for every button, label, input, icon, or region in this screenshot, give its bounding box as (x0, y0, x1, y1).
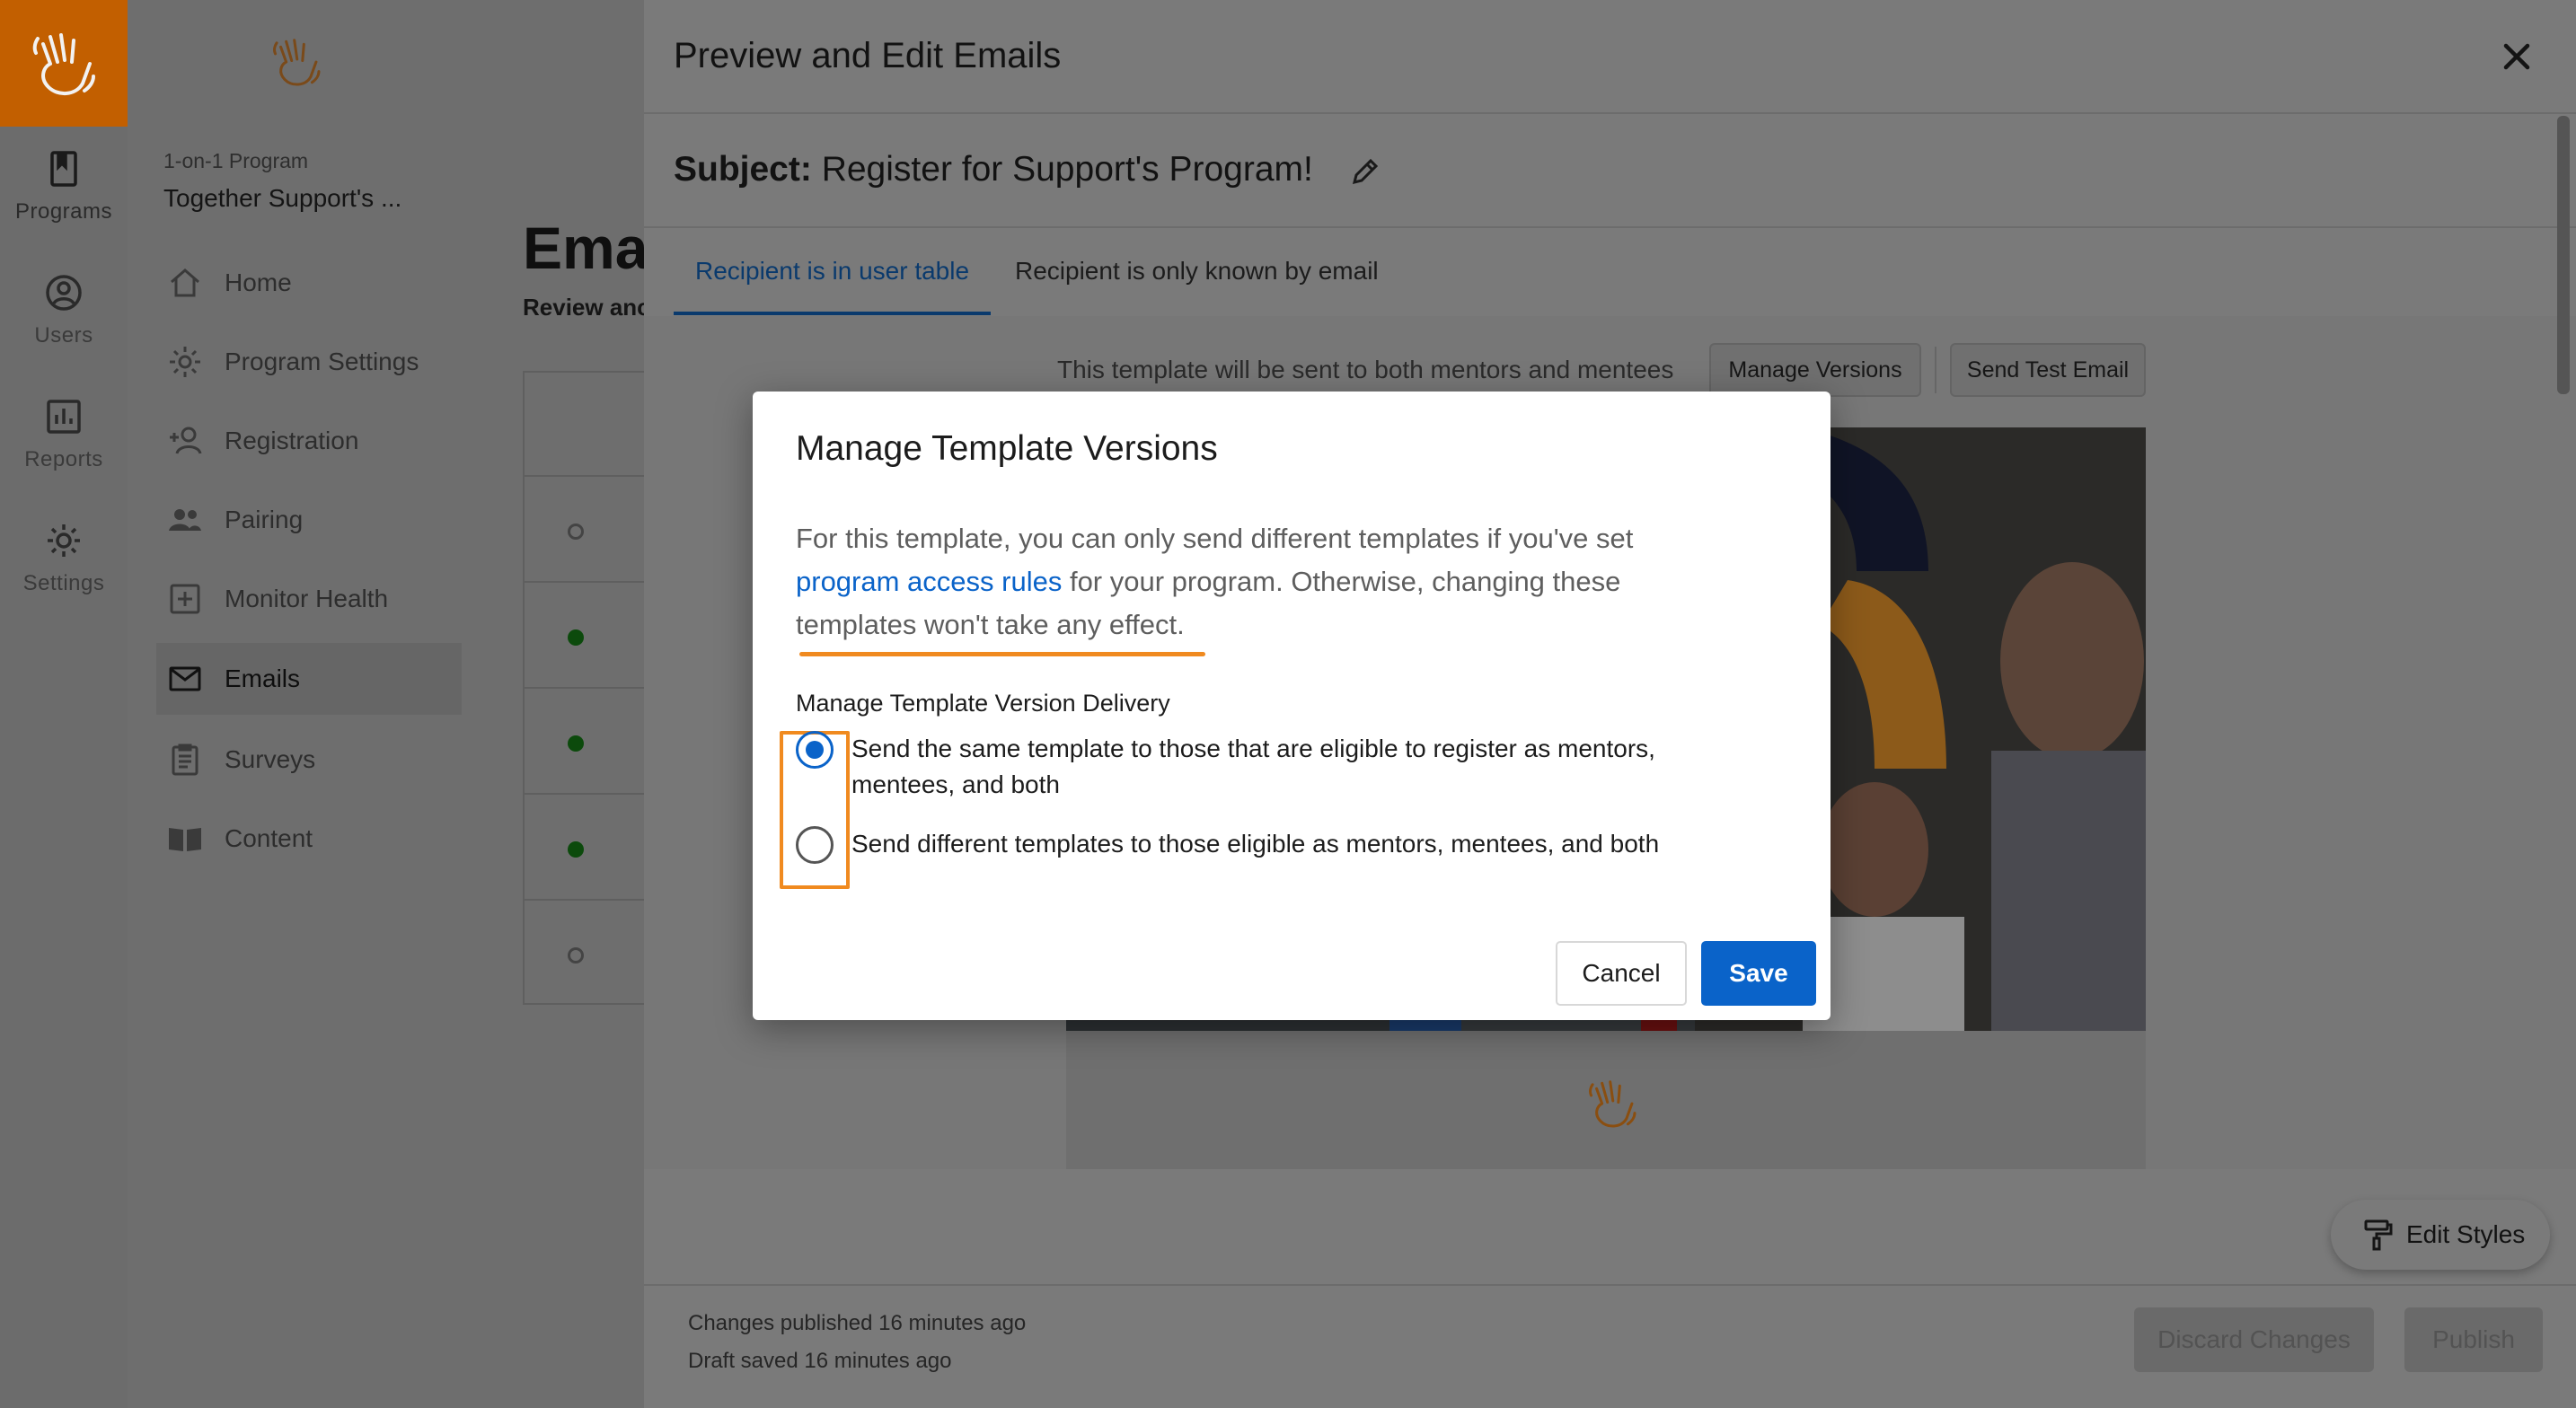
nav-item-content[interactable]: Content (156, 803, 462, 875)
toolbar-divider (1935, 347, 1936, 393)
rail-item-reports[interactable]: Reports (0, 397, 128, 505)
nav-item-label: Pairing (225, 506, 304, 533)
table-row[interactable] (525, 581, 650, 687)
paint-roller-icon (2364, 1219, 2393, 1251)
nav-item-emails[interactable]: Emails (156, 643, 462, 715)
radio-option-same-template[interactable]: Send the same template to those that are… (796, 731, 1732, 803)
cancel-button[interactable]: Cancel (1556, 941, 1687, 1006)
app-rail: Programs Users Reports Settings (0, 0, 128, 1408)
manage-versions-button[interactable]: Manage Versions (1709, 343, 1921, 397)
nav-item-label: Monitor Health (225, 585, 389, 612)
tab-recipient-known-by-email[interactable]: Recipient is only known by email (993, 230, 1400, 315)
user-circle-icon (46, 275, 82, 311)
publish-button[interactable]: Publish (2404, 1307, 2543, 1372)
drawer-header: Preview and Edit Emails (644, 0, 2576, 114)
nav-item-registration[interactable]: Registration (156, 405, 462, 477)
rail-item-label: Reports (24, 447, 103, 471)
description-text: For this template, you can only send dif… (796, 523, 1634, 554)
save-button[interactable]: Save (1701, 941, 1816, 1006)
radio-button-unchecked[interactable] (796, 826, 834, 864)
page-title: Ema (523, 215, 648, 281)
nav-item-surveys[interactable]: Surveys (156, 724, 462, 796)
table-row[interactable] (525, 475, 650, 581)
waving-hand-icon (273, 39, 321, 86)
nav-item-label: Program Settings (225, 348, 419, 375)
envelope-icon (169, 666, 201, 691)
app-logo[interactable] (0, 0, 128, 127)
people-icon (169, 509, 201, 531)
send-test-email-button[interactable]: Send Test Email (1950, 343, 2146, 397)
waving-hand-icon (1589, 1080, 1636, 1128)
drawer-title: Preview and Edit Emails (674, 36, 1062, 75)
annotation-underline (799, 652, 1205, 656)
table-row[interactable] (525, 793, 650, 899)
tab-recipient-in-user-table[interactable]: Recipient is in user table (674, 230, 992, 315)
home-icon (171, 268, 199, 297)
template-audience-note: This template will be sent to both mento… (1057, 356, 1674, 383)
dialog-description: For this template, you can only send dif… (796, 517, 1712, 647)
add-person-icon (170, 427, 202, 454)
pencil-icon (1352, 158, 1379, 185)
email-footer-logo (1587, 1076, 1637, 1136)
manage-template-versions-dialog: Manage Template Versions For this templa… (753, 392, 1831, 1020)
rail-item-label: Programs (14, 199, 113, 224)
rail-item-label: Settings (22, 571, 105, 595)
table-row[interactable] (525, 687, 650, 793)
program-type: 1-on-1 Program (163, 149, 309, 172)
status-dot (568, 629, 584, 646)
draft-status: Draft saved 16 minutes ago (688, 1349, 952, 1373)
subject-row: Subject: Register for Support's Program! (644, 116, 2576, 228)
nav-item-program-settings[interactable]: Program Settings (156, 326, 462, 398)
program-logo (271, 34, 322, 94)
nav-item-home[interactable]: Home (156, 247, 462, 319)
nav-item-label: Surveys (225, 745, 316, 773)
nav-item-label: Home (225, 268, 292, 296)
page-subtitle: Review anc (523, 294, 650, 321)
subject-line: Subject: Register for Support's Program! (674, 150, 1313, 189)
nav-item-label: Registration (225, 427, 359, 454)
drawer-footer: Changes published 16 minutes ago Draft s… (644, 1284, 2576, 1408)
close-icon (2503, 43, 2530, 70)
status-dot (568, 524, 584, 540)
rail-item-users[interactable]: Users (0, 273, 128, 381)
discard-changes-button[interactable]: Discard Changes (2134, 1307, 2374, 1372)
book-open-icon (169, 828, 201, 851)
edit-styles-button[interactable]: Edit Styles (2331, 1200, 2550, 1270)
bar-chart-icon (47, 400, 81, 434)
close-button[interactable] (2494, 34, 2539, 79)
program-nav: 1-on-1 Program Together Support's ... Ho… (128, 0, 464, 1408)
nav-item-pairing[interactable]: Pairing (156, 484, 462, 556)
nav-item-label: Emails (225, 664, 301, 692)
program-access-rules-link[interactable]: program access rules (796, 566, 1062, 597)
drawer-scrollbar[interactable] (2557, 116, 2570, 394)
radio-option-label: Send the same template to those that are… (851, 735, 1655, 798)
status-dot (568, 947, 584, 964)
nav-item-monitor-health[interactable]: Monitor Health (156, 563, 462, 635)
program-name[interactable]: Together Support's ... (163, 184, 401, 213)
edit-styles-label: Edit Styles (2406, 1220, 2526, 1248)
nav-item-label: Content (225, 824, 313, 852)
table-row[interactable] (525, 899, 650, 1005)
status-dot (568, 735, 584, 752)
dialog-title: Manage Template Versions (796, 429, 1218, 468)
subject-prefix: Subject: (674, 150, 812, 189)
rail-item-label: Users (34, 323, 93, 348)
rail-item-programs[interactable]: Programs (0, 149, 128, 257)
gear-icon (170, 347, 200, 377)
waving-hand-icon (32, 32, 95, 95)
rail-item-settings[interactable]: Settings (0, 521, 128, 629)
book-icon (50, 151, 77, 187)
emails-table (523, 371, 650, 1005)
clipboard-icon (172, 744, 198, 776)
subject-text: Register for Support's Program! (821, 150, 1313, 189)
radio-button-checked[interactable] (796, 731, 834, 769)
plus-square-icon (170, 584, 200, 614)
published-status: Changes published 16 minutes ago (688, 1311, 1027, 1335)
radio-group-heading: Manage Template Version Delivery (796, 690, 1170, 717)
edit-subject-button[interactable] (1347, 154, 1383, 189)
radio-option-label: Send different templates to those eligib… (851, 830, 1660, 858)
status-dot (568, 841, 584, 858)
gear-icon (48, 524, 80, 557)
radio-option-different-templates[interactable]: Send different templates to those eligib… (796, 826, 1732, 864)
